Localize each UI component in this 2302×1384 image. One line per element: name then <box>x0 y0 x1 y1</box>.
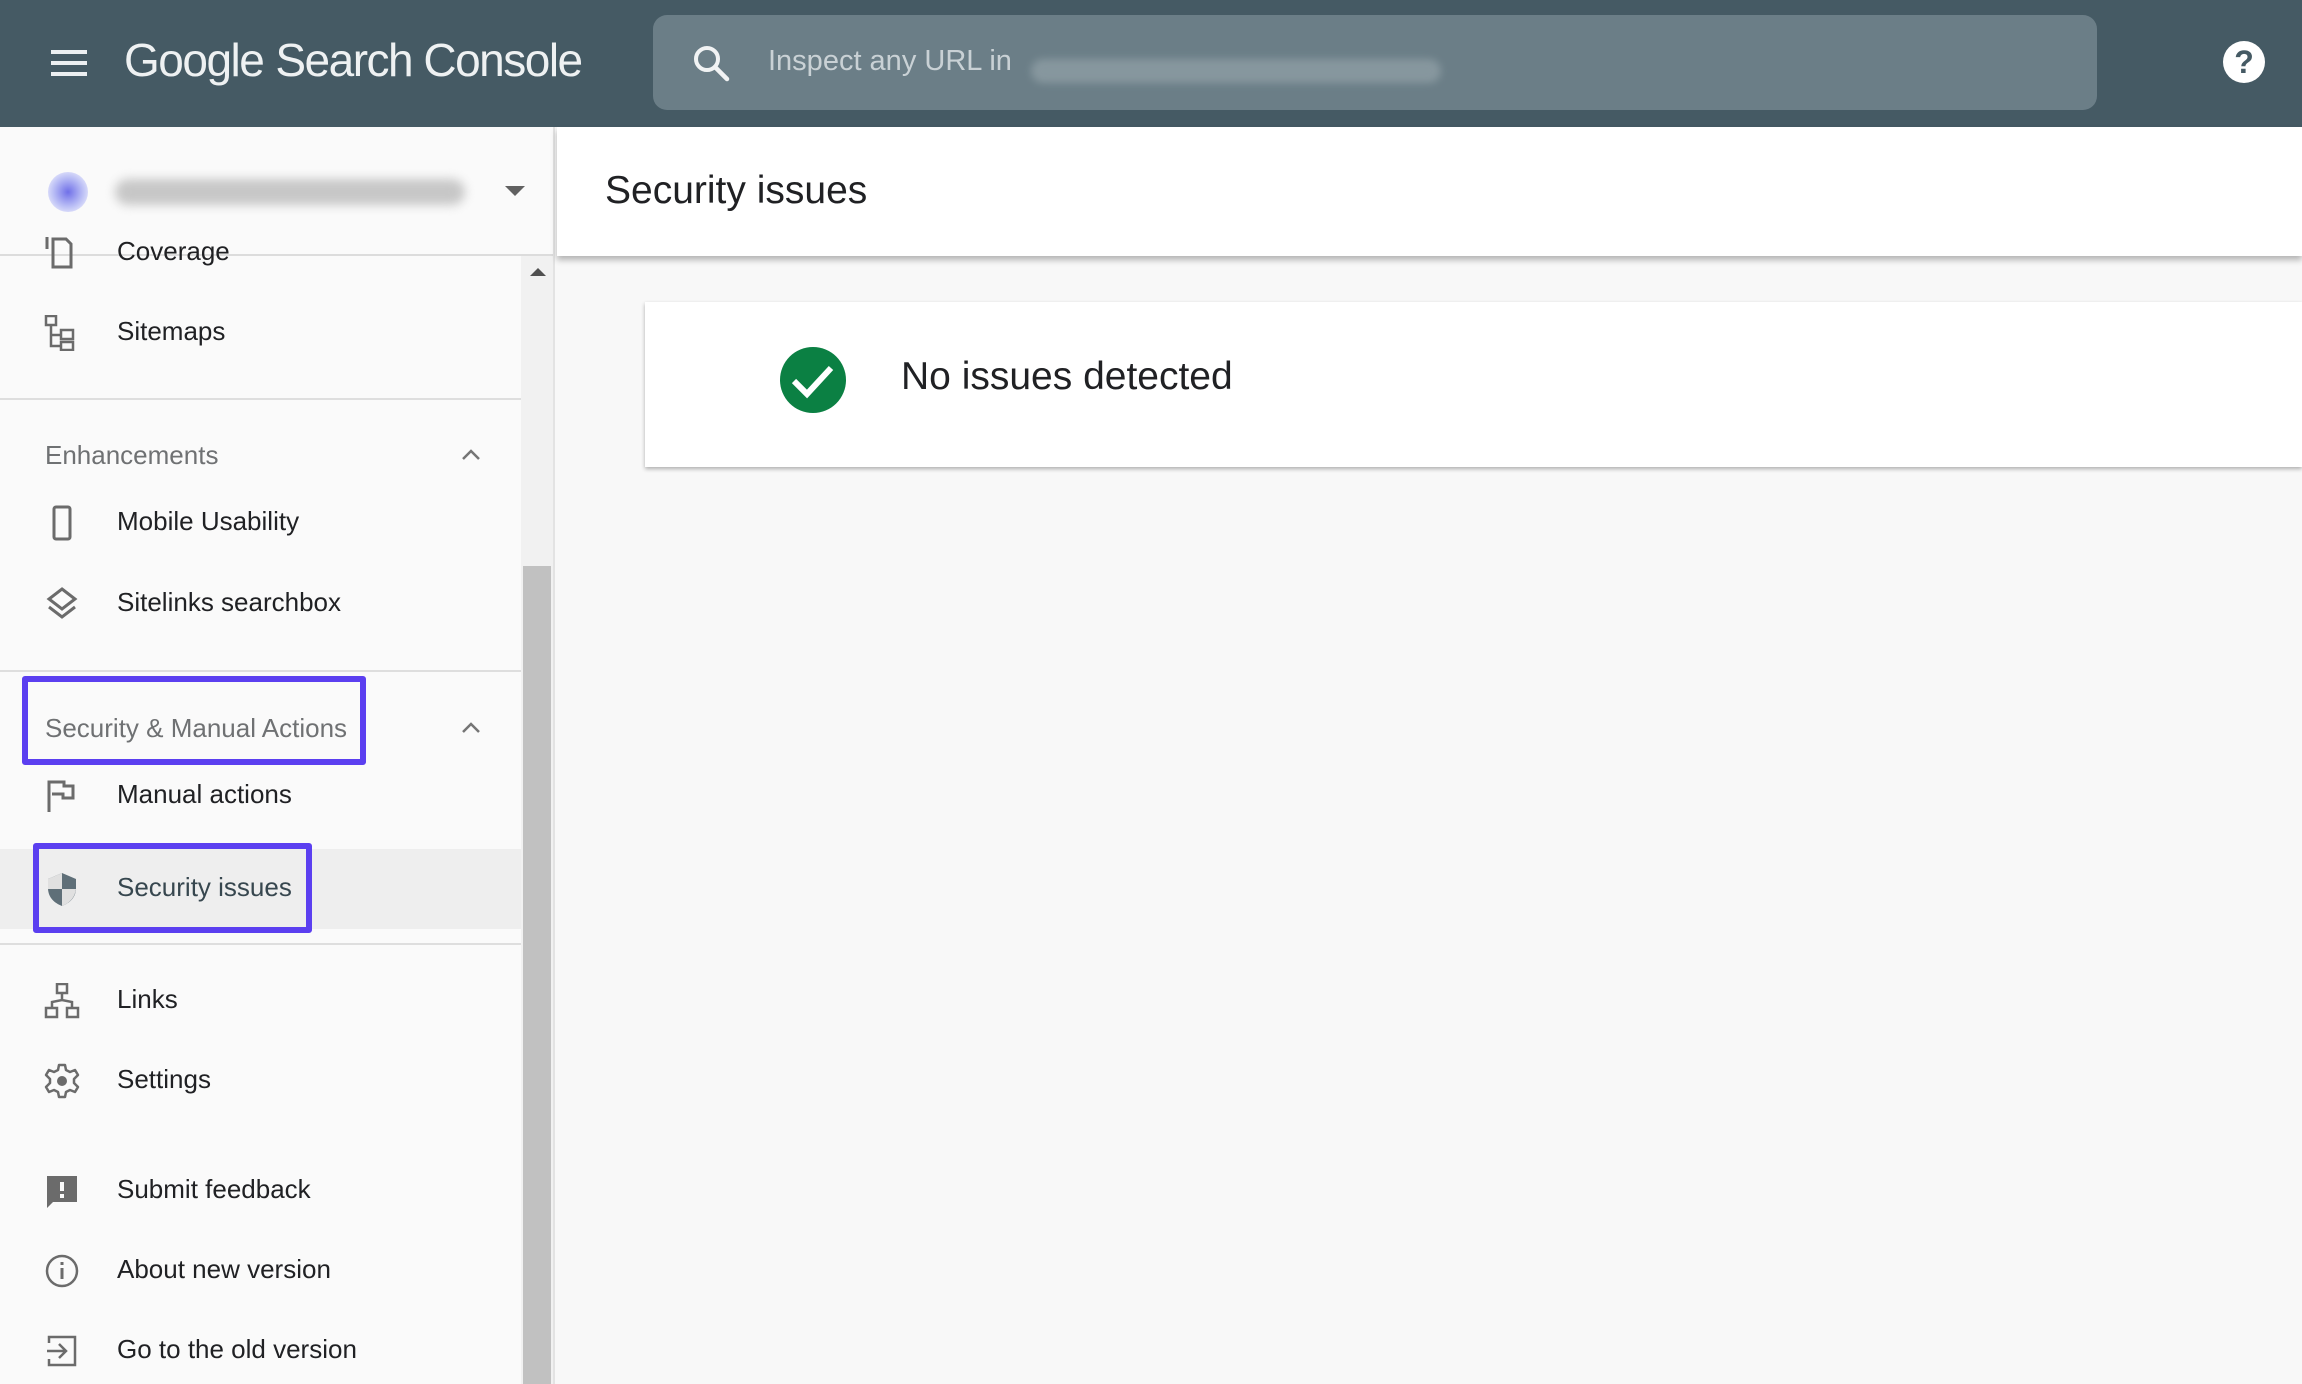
sidebar-item-manual-actions[interactable]: Manual actions <box>0 756 521 836</box>
chevron-up-icon[interactable] <box>460 444 482 466</box>
url-inspection-search[interactable]: Inspect any URL in <box>653 15 2097 110</box>
sidebar-item-label: Sitelinks searchbox <box>117 587 341 617</box>
exit-to-old-icon <box>44 1333 80 1369</box>
sidebar-item-mobile-usability[interactable]: Mobile Usability <box>0 483 521 563</box>
mobile-phone-icon <box>44 505 80 541</box>
page-title: Security issues <box>605 169 868 212</box>
property-url-blurred <box>115 179 465 205</box>
status-card: No issues detected <box>645 302 2302 467</box>
sidebar-item-label: Manual actions <box>117 779 292 809</box>
page-header: Security issues <box>557 127 2302 256</box>
divider <box>0 670 521 672</box>
sidebar-item-coverage[interactable]: Coverage <box>0 213 521 293</box>
section-enhancements[interactable]: Enhancements <box>0 424 521 484</box>
sidebar-scrollbar[interactable] <box>521 256 553 1384</box>
property-favicon <box>48 172 88 212</box>
divider <box>0 398 521 400</box>
sidebar-item-label: Links <box>117 984 178 1014</box>
sidebar-item-label: Sitemaps <box>117 316 226 346</box>
menu-icon[interactable] <box>49 48 89 78</box>
sidebar-nav: Coverage Sitemaps Enhancements Mobile Us… <box>0 236 521 1384</box>
sidebar-item-label: Settings <box>117 1064 211 1094</box>
section-security-manual-actions[interactable]: Security & Manual Actions <box>0 697 521 757</box>
scrollbar-thumb[interactable] <box>523 566 551 1384</box>
section-label: Security & Manual Actions <box>45 713 348 743</box>
app-logo[interactable]: Google Search Console <box>124 33 583 87</box>
logo-google: Google <box>124 34 265 86</box>
sidebar-item-sitemaps[interactable]: Sitemaps <box>0 293 521 373</box>
feedback-icon <box>44 1173 80 1209</box>
sidebar-item-security-issues[interactable]: Security issues <box>0 849 521 929</box>
sidebar: Coverage Sitemaps Enhancements Mobile Us… <box>0 127 555 1384</box>
shield-icon <box>44 871 80 907</box>
sidebar-item-settings[interactable]: Settings <box>0 1041 521 1121</box>
sidebar-item-old-version[interactable]: Go to the old version <box>0 1311 521 1384</box>
status-message: No issues detected <box>901 355 1233 398</box>
divider <box>0 943 521 945</box>
sidebar-item-label: Coverage <box>117 236 230 266</box>
info-icon <box>44 1253 80 1289</box>
layers-icon <box>44 586 80 622</box>
flag-icon <box>44 778 80 814</box>
sitemap-icon <box>44 315 80 351</box>
sidebar-item-about-new-version[interactable]: About new version <box>0 1231 521 1311</box>
top-app-bar: Google Search Console Inspect any URL in … <box>0 0 2302 127</box>
blurred-property-url <box>1031 59 1441 83</box>
section-label: Enhancements <box>45 440 219 470</box>
main-content: Security issues No issues detected <box>557 127 2302 1384</box>
sidebar-item-label: Mobile Usability <box>117 506 300 536</box>
coverage-icon <box>44 235 80 271</box>
sidebar-item-label: About new version <box>117 1254 331 1284</box>
logo-product: Search Console <box>275 34 583 86</box>
sidebar-item-links[interactable]: Links <box>0 961 521 1041</box>
help-icon[interactable]: ? <box>2223 41 2265 83</box>
sidebar-item-label: Security issues <box>117 872 292 902</box>
sidebar-item-label: Submit feedback <box>117 1174 311 1204</box>
links-icon <box>44 983 80 1019</box>
sidebar-item-label: Go to the old version <box>117 1334 357 1364</box>
dropdown-caret-icon[interactable] <box>505 186 525 196</box>
search-placeholder: Inspect any URL in <box>768 45 1012 77</box>
scroll-up-arrow-icon[interactable] <box>530 268 546 276</box>
sidebar-item-sitelinks-searchbox[interactable]: Sitelinks searchbox <box>0 564 521 644</box>
check-circle-icon <box>779 346 847 414</box>
gear-icon <box>44 1063 80 1099</box>
chevron-up-icon[interactable] <box>460 717 482 739</box>
sidebar-item-submit-feedback[interactable]: Submit feedback <box>0 1151 521 1231</box>
search-icon[interactable] <box>691 43 731 83</box>
